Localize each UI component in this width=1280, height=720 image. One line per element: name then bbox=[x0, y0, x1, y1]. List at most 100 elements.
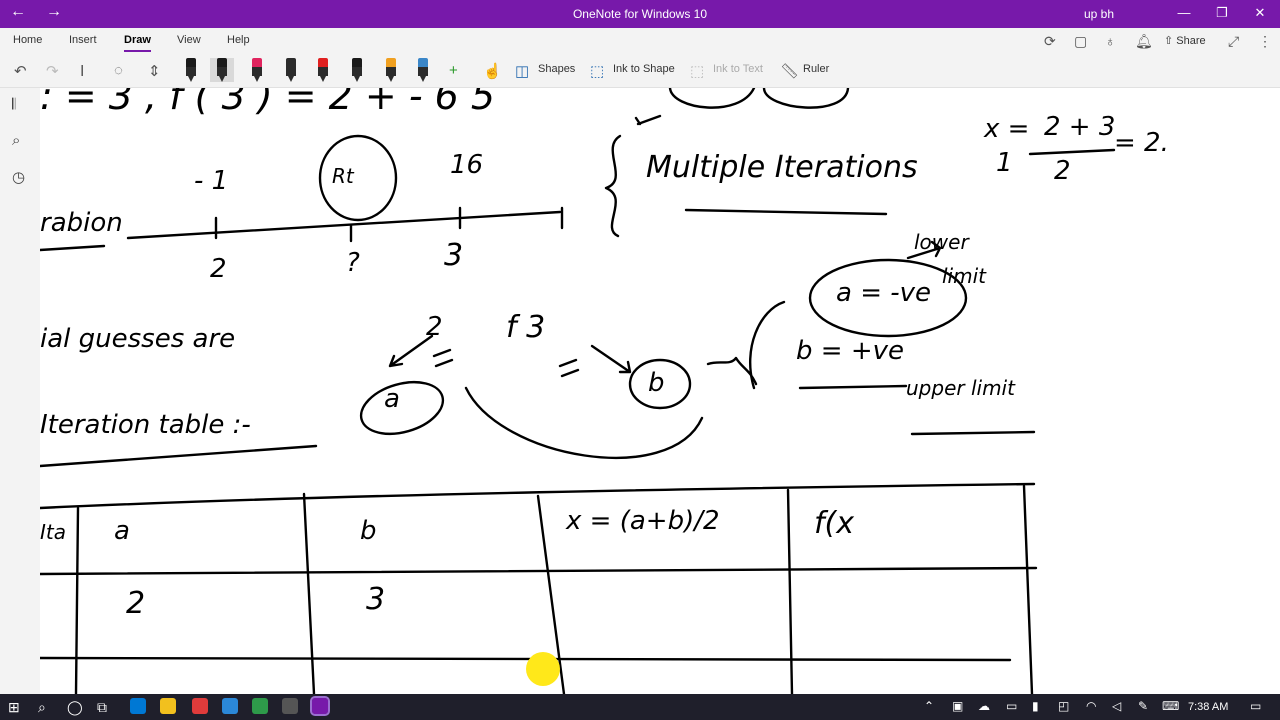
search-icon[interactable]: ⌕ bbox=[38, 699, 46, 716]
tab-view[interactable]: View bbox=[177, 34, 201, 46]
pen-5-icon[interactable] bbox=[316, 58, 330, 82]
table-header-a: a bbox=[114, 516, 130, 546]
lightbulb-icon[interactable]: ♁ bbox=[1105, 33, 1116, 49]
shapes-icon[interactable]: ◫ bbox=[515, 62, 529, 80]
bell-icon[interactable]: 🔔︎ bbox=[1135, 33, 1153, 50]
display-icon[interactable]: ◰ bbox=[1058, 699, 1069, 713]
pen-4-icon[interactable] bbox=[284, 58, 298, 82]
ink-to-shape-button[interactable]: Ink to Shape bbox=[613, 63, 675, 75]
pen-3-icon[interactable] bbox=[250, 58, 264, 82]
ink-to-shape-icon[interactable]: ⬚ bbox=[590, 62, 604, 80]
question-mark: ? bbox=[346, 248, 360, 278]
shapes-button[interactable]: Shapes bbox=[538, 63, 575, 75]
pen-2-icon[interactable] bbox=[210, 58, 234, 82]
more-icon[interactable]: ⋮ bbox=[1258, 33, 1272, 50]
volume-icon[interactable]: ◁ bbox=[1112, 699, 1121, 713]
insert-space-icon[interactable]: ⇕ bbox=[148, 62, 161, 80]
table-header-x: x = (a+b)/2 bbox=[566, 506, 720, 536]
edge-icon[interactable] bbox=[130, 698, 146, 714]
search-icon[interactable]: ⌕ bbox=[12, 132, 20, 149]
file-explorer-icon[interactable] bbox=[160, 698, 176, 714]
sixteen-value: 16 bbox=[450, 150, 484, 180]
task-view-icon[interactable]: ⧉ bbox=[97, 699, 107, 716]
mail-icon[interactable] bbox=[222, 698, 238, 714]
table-header-fx: f(x bbox=[814, 506, 855, 541]
neg-one-value: - 1 bbox=[194, 166, 229, 196]
redo-icon: ↷ bbox=[46, 63, 59, 80]
ruler-button[interactable]: Ruler bbox=[803, 63, 829, 75]
start-icon[interactable]: ⊞ bbox=[8, 699, 20, 716]
tab-draw[interactable]: Draw bbox=[124, 34, 151, 52]
formula-one: 1 bbox=[996, 148, 1013, 178]
ruler-icon[interactable]: 📏︎ bbox=[780, 62, 799, 80]
upper-limit-text: upper limit bbox=[906, 376, 1015, 400]
ink-to-text-button: Ink to Text bbox=[713, 63, 763, 75]
expand-icon[interactable]: ⤢ bbox=[1228, 33, 1239, 50]
wifi-icon[interactable]: ◠ bbox=[1086, 699, 1096, 713]
sync-icon[interactable]: ⟳ bbox=[1044, 33, 1056, 50]
table-header-iteration: Ita bbox=[40, 520, 66, 544]
tab-home[interactable]: Home bbox=[13, 34, 42, 46]
pen-8-icon[interactable] bbox=[416, 58, 430, 82]
partial-word: rabion bbox=[40, 208, 123, 238]
cloud-icon[interactable]: ☁ bbox=[978, 699, 990, 713]
app-icon[interactable] bbox=[192, 698, 208, 714]
formula-denominator: 2 bbox=[1054, 156, 1071, 186]
tab-insert[interactable]: Insert bbox=[69, 34, 97, 46]
restore-icon[interactable]: ❐ bbox=[1212, 5, 1232, 21]
multiple-iterations-text: Multiple Iterations bbox=[646, 150, 918, 185]
add-pen-icon[interactable]: + bbox=[449, 62, 458, 79]
number-two: 2 bbox=[210, 254, 227, 284]
pointer-highlight bbox=[526, 652, 560, 686]
pen-tray-icon[interactable]: ✎ bbox=[1138, 699, 1148, 713]
lower-word: lower bbox=[914, 230, 969, 254]
touch-draw-icon[interactable]: ☝ bbox=[483, 62, 502, 80]
a-negative-text: a = -ve bbox=[836, 278, 932, 308]
a-circle bbox=[359, 380, 445, 436]
notification-icon[interactable]: ▭ bbox=[1250, 699, 1261, 713]
page-canvas[interactable]: : = 3 , f ( 3 ) = 2 + - 6 5 - 1 16 Rt ra… bbox=[40, 88, 1280, 694]
root-label: Rt bbox=[332, 164, 354, 188]
formula-result: = 2. bbox=[1114, 128, 1169, 158]
pen-7-icon[interactable] bbox=[384, 58, 398, 82]
table-cell-b: 3 bbox=[366, 582, 386, 617]
tab-help[interactable]: Help bbox=[227, 34, 250, 46]
number-three: 3 bbox=[444, 238, 464, 273]
share-button[interactable]: ⇧ Share bbox=[1164, 34, 1206, 47]
notebooks-icon[interactable]: 𝄃 bbox=[12, 96, 15, 113]
chevron-up-icon[interactable]: ⌃ bbox=[924, 699, 934, 713]
clock: 7:38 AM bbox=[1188, 701, 1229, 713]
sheets-icon[interactable] bbox=[252, 698, 268, 714]
left-navigation-rail: 𝄃 ⌕ ◷ bbox=[0, 88, 40, 694]
notebook-icon[interactable]: ▢ bbox=[1074, 33, 1087, 50]
table-cell-a: 2 bbox=[126, 586, 146, 621]
taskbar: ⊞ ⌕ ◯ ⧉ ⌃ ▣ ☁ ▭ ▮ ◰ ◠ ◁ ✎ ⌨ 7:38 AM ▭ bbox=[0, 694, 1280, 720]
table-header-b: b bbox=[360, 516, 377, 546]
pen-app-icon[interactable] bbox=[282, 698, 298, 714]
b-positive-text: b = +ve bbox=[796, 336, 904, 366]
draw-toolbar: ↶ ↷ Ⅰ ◌ ⇕ + ☝ ◫ Shapes ⬚ Ink to Shape ⬚ … bbox=[0, 54, 1280, 88]
close-icon[interactable]: ✕ bbox=[1250, 5, 1270, 21]
guess-f3: f 3 bbox=[506, 310, 546, 345]
ink-to-text-icon: ⬚ bbox=[690, 63, 705, 80]
pen-6-icon[interactable] bbox=[350, 58, 364, 82]
share-label: Share bbox=[1176, 35, 1206, 47]
label-a: a bbox=[384, 384, 400, 414]
minimize-icon[interactable]: — bbox=[1174, 5, 1194, 20]
pen-1-icon[interactable] bbox=[184, 58, 198, 82]
undo-icon[interactable]: ↶ bbox=[14, 62, 27, 80]
table-header-line bbox=[40, 566, 1038, 576]
user-name[interactable]: up bh bbox=[1084, 7, 1114, 21]
lasso-select-icon[interactable]: ◌ bbox=[114, 62, 123, 79]
keyboard-icon[interactable]: ⌨ bbox=[1162, 699, 1179, 713]
iteration-table-title: Iteration table :- bbox=[40, 410, 251, 440]
tray-icon[interactable]: ▣ bbox=[952, 699, 963, 713]
number-line-ticks bbox=[214, 206, 564, 243]
onenote-taskbar-icon[interactable] bbox=[310, 696, 330, 716]
guesses-text: ial guesses are bbox=[40, 324, 236, 354]
lasso-text-icon[interactable]: Ⅰ bbox=[80, 62, 84, 80]
recent-icon[interactable]: ◷ bbox=[12, 168, 25, 186]
monitor-icon[interactable]: ▭ bbox=[1006, 699, 1017, 713]
battery-icon[interactable]: ▮ bbox=[1032, 699, 1039, 713]
cortana-icon[interactable]: ◯ bbox=[67, 699, 83, 716]
